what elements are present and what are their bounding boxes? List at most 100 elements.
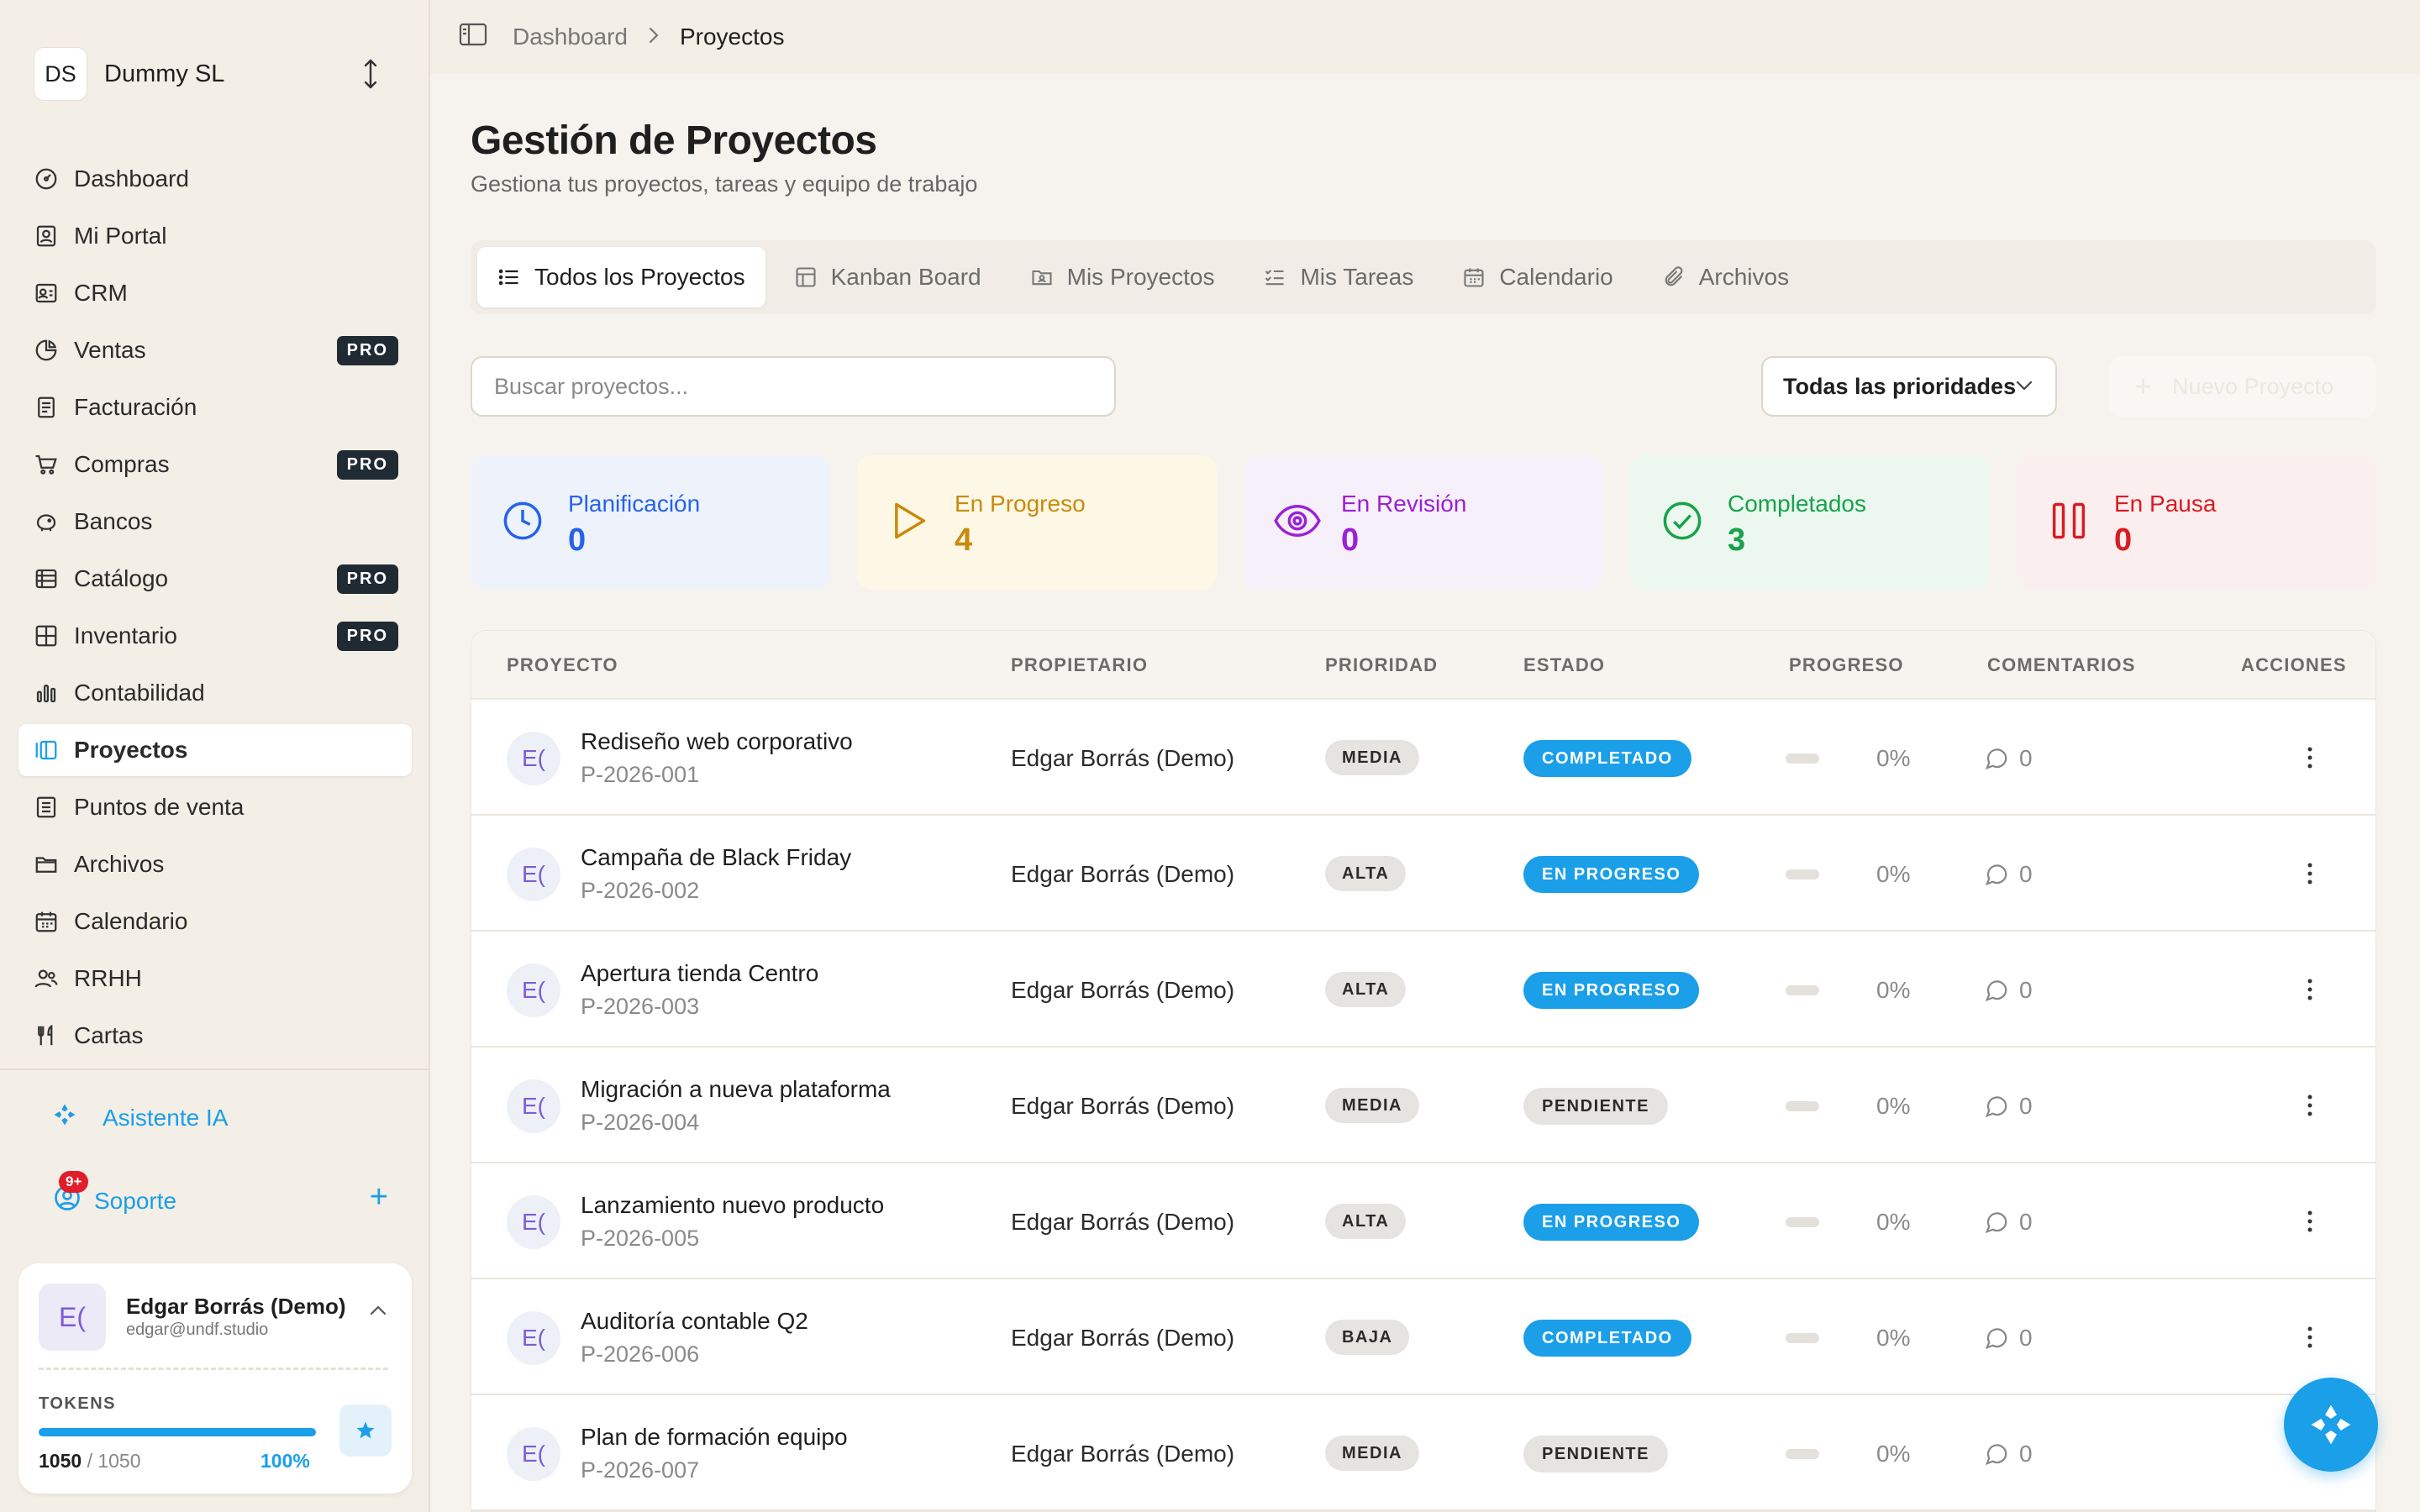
sidebar-item-archivos[interactable]: Archivos	[18, 838, 412, 890]
tokens-label: TOKENS	[39, 1394, 116, 1413]
row-actions-button[interactable]	[2293, 738, 2327, 777]
sidebar-item-dashboard[interactable]: Dashboard	[18, 153, 412, 205]
priority-badge: MEDIA	[1325, 1088, 1419, 1123]
row-actions-button[interactable]	[2293, 1086, 2327, 1125]
table-row[interactable]: E( Apertura tienda Centro P-2026-003 Edg…	[471, 932, 2375, 1047]
table-row[interactable]: E( Rediseño web corporativo P-2026-001 E…	[471, 700, 2375, 816]
ai-assistant-link[interactable]: Asistente IA	[52, 1102, 228, 1133]
user-email: edgar@undf.studio	[126, 1320, 269, 1339]
page-subtitle: Gestiona tus proyectos, tareas y equipo …	[471, 171, 978, 197]
table-row[interactable]: E( Auditoría contable Q2 P-2026-006 Edga…	[471, 1279, 2375, 1395]
comments-count[interactable]: 0	[1984, 861, 2033, 888]
sidebar-item-inventario[interactable]: Inventario PRO	[18, 610, 412, 662]
owner-avatar: E(	[507, 1427, 560, 1481]
table-row[interactable]: E( Plan de formación equipo P-2026-007 E…	[471, 1395, 2375, 1511]
sidebar-item-label: Compras	[74, 451, 170, 477]
sidebar-item-compras[interactable]: Compras PRO	[18, 438, 412, 491]
tokens-used: 1050	[39, 1450, 82, 1472]
table-row[interactable]: E( Migración a nueva plataforma P-2026-0…	[471, 1047, 2375, 1163]
people-icon	[32, 964, 60, 993]
pro-badge: PRO	[336, 564, 398, 594]
sidebar-item-crm[interactable]: CRM	[18, 267, 412, 319]
sidebar-toggle-icon[interactable]	[459, 23, 487, 52]
priority-select[interactable]: Todas las prioridades	[1761, 356, 2057, 417]
progress-bar	[1786, 869, 1819, 879]
row-actions-button[interactable]	[2293, 1318, 2327, 1357]
sidebar-item-contabilidad[interactable]: Contabilidad	[18, 667, 412, 719]
col-header-propietario[interactable]: PROPIETARIO	[1011, 654, 1148, 676]
sidebar-item-proyectos[interactable]: Proyectos	[18, 724, 412, 776]
priority-select-value: Todas las prioridades	[1783, 373, 2017, 399]
plus-icon[interactable]: +	[370, 1179, 388, 1215]
projects-icon	[32, 736, 60, 764]
comments-count[interactable]: 0	[1984, 1209, 2033, 1236]
col-header-prioridad[interactable]: PRIORIDAD	[1325, 654, 1438, 676]
sidebar-item-label: Ventas	[74, 337, 146, 363]
sidebar-item-calendario[interactable]: Calendario	[18, 895, 412, 948]
page-title: Gestión de Proyectos	[471, 118, 877, 163]
table-row[interactable]: E( Campaña de Black Friday P-2026-002 Ed…	[471, 816, 2375, 932]
sidebar-item-label: Dashboard	[74, 165, 189, 192]
stat-card-en-progreso[interactable]: En Progreso 4	[857, 455, 1217, 590]
search-input[interactable]	[471, 356, 1116, 417]
more-vertical-icon	[2307, 979, 2312, 1000]
tokens-progress-fill	[39, 1428, 316, 1436]
new-project-button[interactable]: + Nuevo Proyecto	[2109, 356, 2376, 417]
stat-card-en-revision[interactable]: En Revisión 0	[1244, 455, 1603, 590]
sidebar-item-label: CRM	[74, 280, 128, 306]
sidebar-item-ventas[interactable]: Ventas PRO	[18, 324, 412, 376]
support-link[interactable]: 9+ Soporte +	[52, 1171, 388, 1219]
chevron-up-icon[interactable]	[368, 1304, 388, 1317]
ai-sparkle-icon	[2311, 1404, 2351, 1445]
tab-archivos[interactable]: Archivos	[1642, 247, 1809, 307]
row-actions-button[interactable]	[2293, 1202, 2327, 1241]
tab-mis-tareas[interactable]: Mis Tareas	[1243, 247, 1434, 307]
sidebar-item-bancos[interactable]: Bancos	[18, 496, 412, 548]
col-header-proyecto[interactable]: PROYECTO	[507, 654, 618, 676]
sidebar-item-cartas[interactable]: Cartas	[18, 1010, 412, 1062]
project-name[interactable]: Migración a nueva plataforma	[581, 1076, 891, 1103]
sidebar-item-rrhh[interactable]: RRHH	[18, 953, 412, 1005]
sidebar-nav: Dashboard Mi Portal CRM Ventas PRO Factu…	[18, 153, 412, 1067]
project-name[interactable]: Campaña de Black Friday	[581, 844, 851, 871]
sidebar-item-catalogo[interactable]: Catálogo PRO	[18, 553, 412, 605]
project-name[interactable]: Auditoría contable Q2	[581, 1308, 808, 1335]
comments-count[interactable]: 0	[1984, 1441, 2033, 1467]
folder-icon	[32, 850, 60, 879]
tokens-button[interactable]	[339, 1404, 392, 1457]
row-actions-button[interactable]	[2293, 854, 2327, 893]
project-name[interactable]: Rediseño web corporativo	[581, 728, 853, 755]
pro-badge: PRO	[336, 336, 398, 365]
progress-percent: 0%	[1876, 1441, 1911, 1467]
stat-card-en-pausa[interactable]: En Pausa 0	[2017, 455, 2376, 590]
project-name[interactable]: Apertura tienda Centro	[581, 960, 818, 987]
breadcrumb-dashboard[interactable]: Dashboard	[513, 24, 628, 50]
sidebar-item-facturacion[interactable]: Facturación	[18, 381, 412, 433]
tab-mis-proyectos[interactable]: Mis Proyectos	[1010, 247, 1235, 307]
ai-assistant-fab[interactable]	[2284, 1378, 2378, 1472]
comments-count[interactable]: 0	[1984, 1325, 2033, 1352]
comments-count[interactable]: 0	[1984, 977, 2033, 1004]
table-row[interactable]: E( Lanzamiento nuevo producto P-2026-005…	[471, 1163, 2375, 1279]
tab-kanban-board[interactable]: Kanban Board	[774, 247, 1002, 307]
col-header-estado[interactable]: ESTADO	[1523, 654, 1605, 676]
comments-count[interactable]: 0	[1984, 1093, 2033, 1120]
stat-value: 3	[1728, 522, 1746, 558]
plus-icon: +	[2134, 369, 2153, 403]
col-header-comentarios[interactable]: COMENTARIOS	[1987, 654, 2136, 676]
project-name[interactable]: Lanzamiento nuevo producto	[581, 1192, 884, 1219]
sidebar-item-label: Cartas	[74, 1022, 144, 1048]
stat-card-completados[interactable]: Completados 3	[1630, 455, 1990, 590]
comments-count[interactable]: 0	[1984, 745, 2033, 772]
tab-todos-los-proyectos[interactable]: Todos los Proyectos	[477, 247, 765, 307]
sidebar-item-mi-portal[interactable]: Mi Portal	[18, 210, 412, 262]
row-actions-button[interactable]	[2293, 970, 2327, 1009]
sidebar-item-puntos-de-venta[interactable]: Puntos de venta	[18, 781, 412, 833]
tab-calendario[interactable]: Calendario	[1442, 247, 1633, 307]
col-header-progreso[interactable]: PROGRESO	[1789, 654, 1904, 676]
stat-label: Planificación	[568, 491, 701, 517]
org-switcher[interactable]: DS Dummy SL	[34, 47, 397, 101]
project-name[interactable]: Plan de formación equipo	[581, 1424, 848, 1451]
stat-card-planificacion[interactable]: Planificación 0	[471, 455, 830, 590]
card-divider	[39, 1368, 388, 1370]
